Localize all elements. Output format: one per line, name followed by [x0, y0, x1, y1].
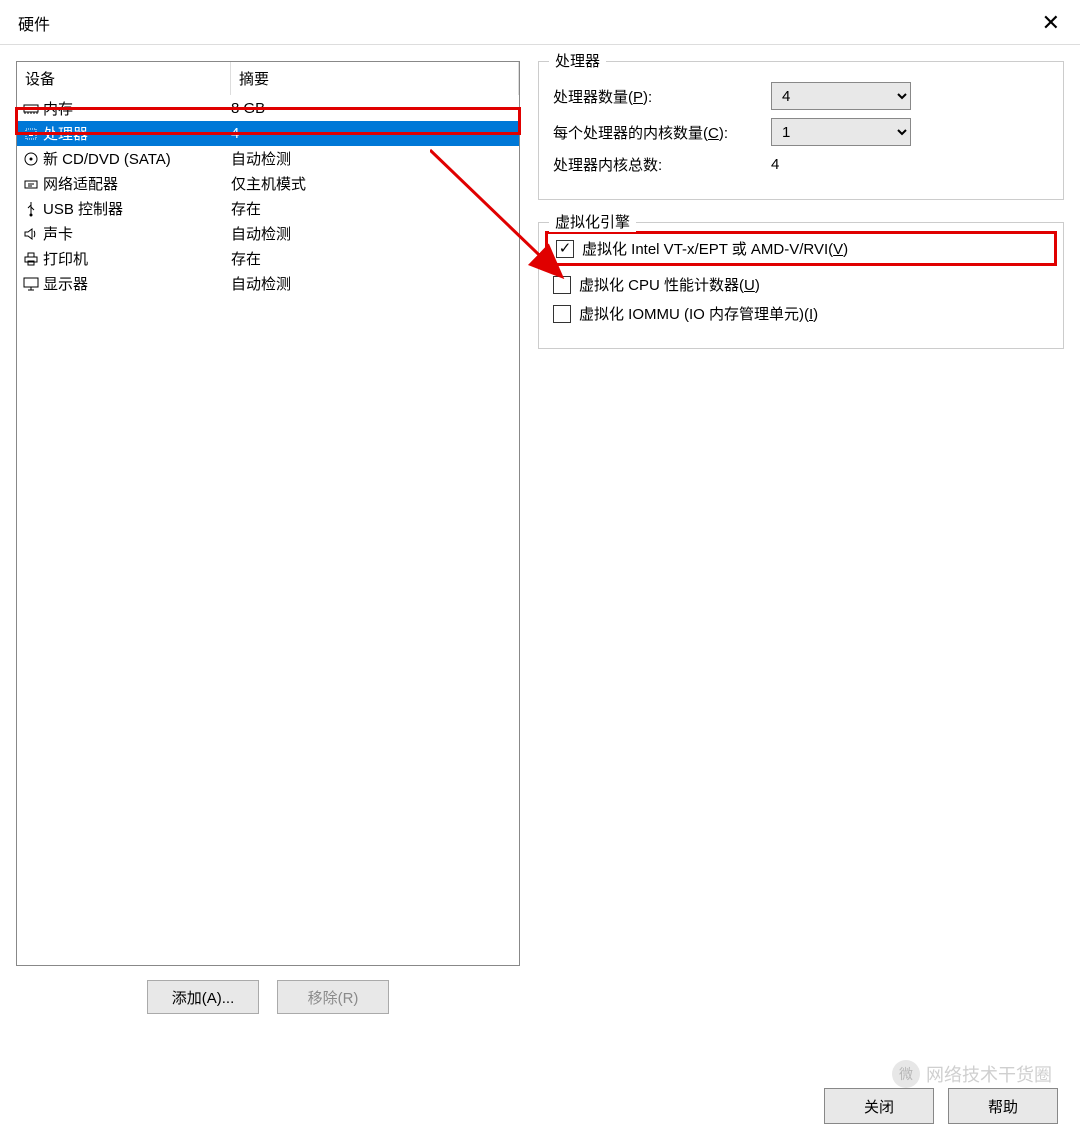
usb-icon [21, 200, 41, 218]
device-summary: 仅主机模式 [231, 173, 515, 194]
device-summary: 8 GB [231, 100, 515, 117]
watermark: 微 网络技术干货圈 [892, 1060, 1052, 1088]
help-button[interactable]: 帮助 [948, 1088, 1058, 1124]
close-icon[interactable]: ✕ [1034, 8, 1068, 38]
total-cores-value: 4 [771, 156, 779, 173]
list-row[interactable]: 新 CD/DVD (SATA)自动检测 [17, 146, 519, 171]
add-button[interactable]: 添加(A)... [147, 980, 259, 1014]
list-row[interactable]: 显示器自动检测 [17, 271, 519, 296]
device-name: 声卡 [43, 223, 231, 244]
device-summary: 自动检测 [231, 273, 515, 294]
device-name: USB 控制器 [43, 198, 231, 219]
wechat-icon: 微 [892, 1060, 920, 1088]
vt-label: 虚拟化 Intel VT-x/EPT 或 AMD-V/RVI(V) [582, 238, 848, 259]
device-name: 内存 [43, 98, 231, 119]
remove-button: 移除(R) [277, 980, 389, 1014]
list-row[interactable]: 声卡自动检测 [17, 221, 519, 246]
virt-legend: 虚拟化引擎 [549, 211, 636, 232]
device-list: 设备 摘要 内存8 GB处理器4新 CD/DVD (SATA)自动检测网络适配器… [16, 61, 520, 966]
processor-group: 处理器 处理器数量(P): 4 每个处理器的内核数量(C): 1 处理器内核总数… [538, 61, 1064, 200]
device-summary: 自动检测 [231, 148, 515, 169]
device-name: 新 CD/DVD (SATA) [43, 148, 231, 169]
device-summary: 自动检测 [231, 223, 515, 244]
total-cores-label: 处理器内核总数: [553, 154, 771, 175]
header-summary[interactable]: 摘要 [231, 62, 519, 95]
device-summary: 存在 [231, 198, 515, 219]
iommu-label: 虚拟化 IOMMU (IO 内存管理单元)(I) [579, 303, 818, 324]
device-summary: 4 [231, 125, 515, 142]
list-row[interactable]: 打印机存在 [17, 246, 519, 271]
proc-count-label: 处理器数量(P): [553, 86, 771, 107]
virtualization-group: 虚拟化引擎 虚拟化 Intel VT-x/EPT 或 AMD-V/RVI(V) … [538, 222, 1064, 349]
disc-icon [21, 150, 41, 168]
close-button[interactable]: 关闭 [824, 1088, 934, 1124]
list-row[interactable]: 网络适配器仅主机模式 [17, 171, 519, 196]
iommu-checkbox[interactable] [553, 305, 571, 323]
cores-select[interactable]: 1 [771, 118, 911, 146]
cpu-counters-checkbox[interactable] [553, 276, 571, 294]
device-name: 网络适配器 [43, 173, 231, 194]
memory-icon [21, 100, 41, 118]
display-icon [21, 275, 41, 293]
processor-legend: 处理器 [549, 50, 606, 71]
header-device[interactable]: 设备 [17, 62, 231, 95]
list-row[interactable]: 处理器4 [17, 121, 519, 146]
device-name: 处理器 [43, 123, 231, 144]
list-row[interactable]: 内存8 GB [17, 96, 519, 121]
network-icon [21, 175, 41, 193]
cpu-icon [21, 125, 41, 143]
cpu-counters-label: 虚拟化 CPU 性能计数器(U) [579, 274, 760, 295]
device-name: 打印机 [43, 248, 231, 269]
list-row[interactable]: USB 控制器存在 [17, 196, 519, 221]
device-name: 显示器 [43, 273, 231, 294]
window-title: 硬件 [18, 11, 50, 35]
annotation-highlight-vt: 虚拟化 Intel VT-x/EPT 或 AMD-V/RVI(V) [545, 231, 1057, 266]
proc-count-select[interactable]: 4 [771, 82, 911, 110]
printer-icon [21, 250, 41, 268]
sound-icon [21, 225, 41, 243]
cores-label: 每个处理器的内核数量(C): [553, 122, 771, 143]
device-summary: 存在 [231, 248, 515, 269]
vt-checkbox[interactable] [556, 240, 574, 258]
